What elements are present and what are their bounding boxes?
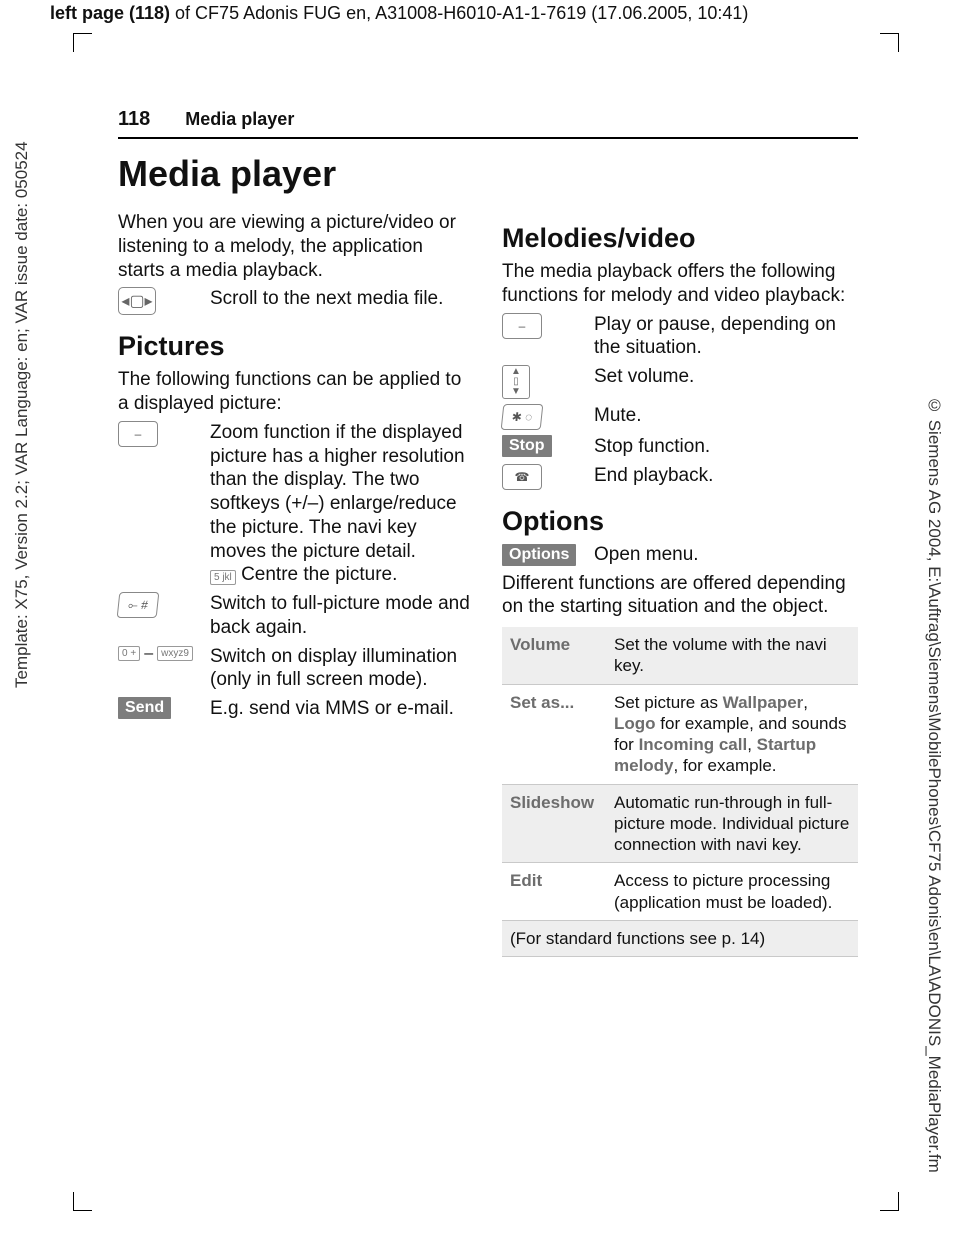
crop-mark xyxy=(73,33,92,52)
centre-text: Centre the picture. xyxy=(241,564,397,585)
dash: – xyxy=(144,645,153,663)
page-number: 118 xyxy=(118,108,150,130)
template-note: Template: X75, Version 2.2; VAR Language… xyxy=(12,38,32,688)
end-text: End playback. xyxy=(594,464,858,488)
left-column: When you are viewing a picture/video or … xyxy=(118,207,474,957)
scroll-text: Scroll to the next media file. xyxy=(210,287,474,311)
send-text: E.g. send via MMS or e-mail. xyxy=(210,697,474,721)
options-table: Volume Set the volume with the navi key.… xyxy=(502,627,858,957)
open-menu-text: Open menu. xyxy=(594,543,858,567)
softkey-minus-icon: – xyxy=(118,421,158,447)
volume-key-icon: ▲▯▼ xyxy=(502,365,530,399)
running-head: 118 Media player xyxy=(118,108,858,139)
row-setas: Set as... Set picture as Wallpaper, Logo… xyxy=(502,684,858,784)
row-footnote: (For standard functions see p. 14) xyxy=(502,920,858,956)
page-body: 118 Media player Media player When you a… xyxy=(118,108,858,957)
crop-mark xyxy=(73,1192,92,1211)
mute-text: Mute. xyxy=(594,404,858,428)
key-5-icon: 5 jkl xyxy=(210,570,236,585)
header-left: left page (118) xyxy=(50,3,170,23)
key-9-icon: wxyz9 xyxy=(157,646,193,661)
section-name: Media player xyxy=(185,109,294,129)
play-text: Play or pause, depending on the situatio… xyxy=(594,313,858,361)
zoom-desc: Zoom function if the displayed picture h… xyxy=(210,421,474,587)
options-heading: Options xyxy=(502,506,858,537)
options-softkey: Options xyxy=(502,544,576,566)
illum-text: Switch on display illumination (only in … xyxy=(210,645,474,693)
key-0-icon: 0 + xyxy=(118,646,140,661)
star-key-icon: ✱ ◌ xyxy=(501,404,544,430)
softkey-minus-icon: – xyxy=(502,313,542,339)
fullpic-text: Switch to full-picture mode and back aga… xyxy=(210,592,474,640)
melodies-intro: The media playback offers the following … xyxy=(502,260,858,308)
row-volume: Volume Set the volume with the navi key. xyxy=(502,627,858,684)
page-title: Media player xyxy=(118,153,858,195)
end-key-icon: ☎ xyxy=(502,464,542,490)
crop-mark xyxy=(880,1192,899,1211)
intro-text: When you are viewing a picture/video or … xyxy=(118,211,474,282)
stop-softkey: Stop xyxy=(502,435,552,457)
nav-scroll-row: ◂▢▸ Scroll to the next media file. xyxy=(118,287,474,315)
stop-text: Stop function. xyxy=(594,435,858,459)
navi-key-icon: ◂▢▸ xyxy=(118,287,156,315)
header-doc: of CF75 Adonis FUG en, A31008-H6010-A1-1… xyxy=(170,3,748,23)
pictures-heading: Pictures xyxy=(118,331,474,362)
melodies-heading: Melodies/video xyxy=(502,223,858,254)
vol-text: Set volume. xyxy=(594,365,858,389)
row-edit: Edit Access to picture processing (appli… xyxy=(502,863,858,921)
hash-key-icon: ⟜ # xyxy=(117,592,160,618)
right-column: Melodies/video The media playback offers… xyxy=(502,207,858,957)
crop-mark xyxy=(880,33,899,52)
row-slideshow: Slideshow Automatic run-through in full-… xyxy=(502,784,858,863)
send-softkey: Send xyxy=(118,697,171,719)
options-intro: Different functions are offered dependin… xyxy=(502,572,858,620)
copyright-note: © Siemens AG 2004, E:\Auftrag\Siemens\Mo… xyxy=(924,396,944,1196)
page-header: left page (118) of CF75 Adonis FUG en, A… xyxy=(50,3,748,24)
pictures-intro: The following functions can be applied t… xyxy=(118,368,474,416)
